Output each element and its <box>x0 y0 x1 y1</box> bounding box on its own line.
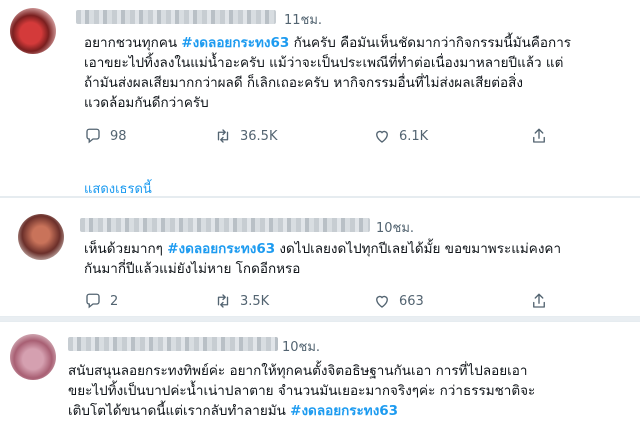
avatar[interactable] <box>18 214 64 260</box>
retweet-count: 36.5K <box>240 128 278 144</box>
tweet-text-line: ถ้ามันส่งผลเสียมากกว่าผลดี ก็เลิกเถอะครั… <box>84 75 523 91</box>
reply-button[interactable]: 2 <box>84 292 118 310</box>
share-icon <box>533 128 545 143</box>
reply-icon <box>86 293 100 309</box>
tweet-text-line: เอาขยะไปทิ้งลงในแม่น้ำอะครับ แม้ว่าจะเป็… <box>84 55 564 71</box>
hashtag-link[interactable]: #งดลอยกระทง63 <box>290 403 398 419</box>
retweet-icon <box>217 129 229 143</box>
hashtag-link[interactable]: #งดลอยกระทง63 <box>167 241 275 257</box>
text-span: อยากชวนทุกคน <box>84 35 182 51</box>
heart-icon <box>376 295 388 308</box>
tweet-text: เห็นด้วยมากๆ #งดลอยกระทง63 งดไปเลยงดไปทุ… <box>84 239 561 279</box>
tweet-text: อยากชวนทุกคน #งดลอยกระทง63 กันครับ คือมั… <box>84 33 571 113</box>
blurred-username[interactable] <box>76 10 276 24</box>
reply-count: 98 <box>110 128 127 144</box>
text-span: กันครับ คือมันเห็นชัดมากว่ากิจกรรมนี้มัน… <box>289 35 572 51</box>
tweet-feed: 11ชม. อยากชวนทุกคน #งดลอยกระทง63 กันครับ… <box>0 0 640 430</box>
like-count: 6.1K <box>399 128 429 144</box>
tweet-text: สนับสนุนลอยกระทงทิพย์ค่ะ อยากให้ทุกคนตั้… <box>68 361 535 421</box>
tweet-text-line: ขยะไปทิ้งเป็นบาปค่ะน้ำเน่าปลาตาย จำนวนมั… <box>68 383 536 399</box>
tweet-text-line: สนับสนุนลอยกระทงทิพย์ค่ะ อยากให้ทุกคนตั้… <box>68 363 528 379</box>
retweet-count: 3.5K <box>240 293 270 309</box>
share-button[interactable] <box>530 127 548 149</box>
tweet-text-line: แวดล้อมกันดีกว่าครับ <box>84 95 209 111</box>
reply-button[interactable]: 98 <box>84 127 127 145</box>
text-span: เห็นด้วยมากๆ <box>84 241 168 257</box>
show-thread-link[interactable]: แสดงเธรดนี้ <box>84 178 152 199</box>
like-button[interactable]: 663 <box>373 292 424 310</box>
tweet-timestamp[interactable]: 10ชม. <box>282 336 320 357</box>
retweet-button[interactable]: 3.5K <box>214 292 269 310</box>
tweet-text-line: กันมากี่ปีแล้วแม่ยังไม่หาย โกดอีกหรอ <box>84 261 301 277</box>
like-count: 663 <box>399 293 424 309</box>
tweet[interactable]: 11ชม. อยากชวนทุกคน #งดลอยกระทง63 กันครับ… <box>0 0 640 197</box>
tweet-timestamp[interactable]: 10ชม. <box>376 217 414 238</box>
retweet-button[interactable]: 36.5K <box>214 127 277 145</box>
hashtag-link[interactable]: #งดลอยกระทง63 <box>181 35 289 51</box>
blurred-username[interactable] <box>80 218 370 232</box>
reply-count: 2 <box>110 293 119 309</box>
text-span: งดไปเลยงดไปทุกปีเลยได้มั้ย ขอขมาพระแม่คง… <box>275 241 562 257</box>
avatar[interactable] <box>10 8 56 54</box>
share-button[interactable] <box>530 292 548 314</box>
tweet-text-line: อยากชวนทุกคน #งดลอยกระทง63 กันครับ คือมั… <box>84 33 571 53</box>
like-button[interactable]: 6.1K <box>373 127 428 145</box>
retweet-icon <box>217 294 229 308</box>
tweet-text-line: เห็นด้วยมากๆ #งดลอยกระทง63 งดไปเลยงดไปทุ… <box>84 239 561 259</box>
reply-icon <box>86 128 100 144</box>
tweet-text-line: เติบโตได้ขนาดนี้แต่เรากลับทำลายมัน #งดลอ… <box>68 401 535 421</box>
heart-icon <box>376 130 388 143</box>
blurred-username[interactable] <box>68 337 278 351</box>
share-icon <box>533 293 545 308</box>
tweet-timestamp[interactable]: 11ชม. <box>284 9 322 30</box>
text-span: เติบโตได้ขนาดนี้แต่เรากลับทำลายมัน <box>68 403 291 419</box>
avatar[interactable] <box>10 334 56 380</box>
